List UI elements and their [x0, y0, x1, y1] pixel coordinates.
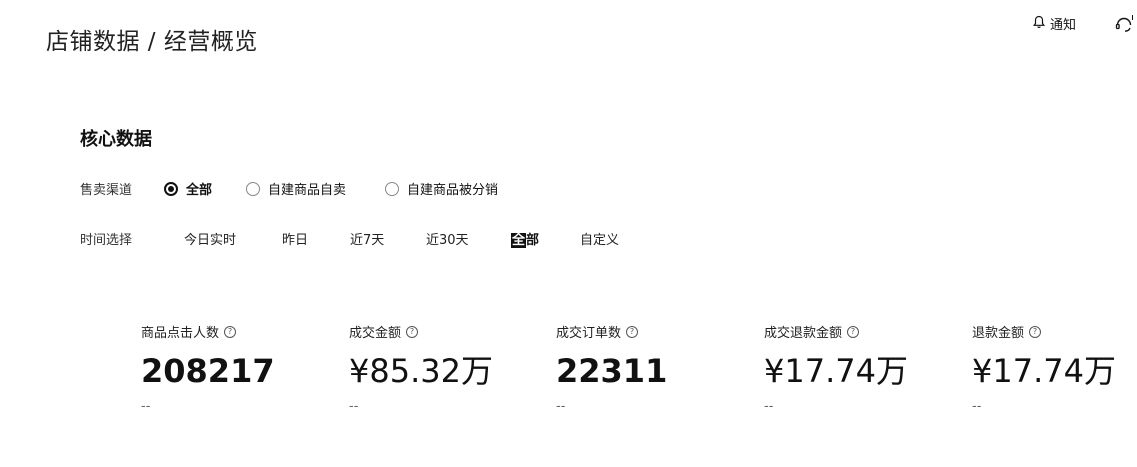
- metric-card-gmv: 成交金额? ¥85.32万 --: [349, 322, 493, 414]
- metric-value: 208217: [141, 352, 275, 390]
- metric-comparison: --: [556, 399, 566, 414]
- customer-service-button[interactable]: [1114, 14, 1134, 38]
- page-title: 店铺数据 / 经营概览: [46, 29, 258, 55]
- time-filter-label: 时间选择: [80, 233, 133, 248]
- time-option-all[interactable]: 全部: [511, 229, 539, 248]
- info-icon[interactable]: ?: [224, 325, 237, 338]
- metric-comparison: --: [764, 399, 774, 414]
- metric-label: 退款金额: [972, 326, 1025, 341]
- radio-unchecked-icon: [246, 181, 260, 196]
- active-marker: 全: [511, 233, 527, 248]
- metric-card-orders: 成交订单数? 22311 --: [556, 322, 667, 414]
- metric-card-product-clicks: 商品点击人数? 208217 --: [141, 322, 275, 414]
- metric-value: ¥17.74万: [972, 352, 1116, 390]
- metric-value: 22311: [556, 352, 668, 390]
- channel-radio-self-sell[interactable]: 自建商品自卖: [246, 179, 346, 198]
- metric-label: 成交金额: [349, 326, 402, 341]
- metric-label: 成交订单数: [556, 326, 622, 341]
- metric-comparison: --: [141, 399, 151, 414]
- time-option-30days[interactable]: 近30天: [426, 229, 469, 248]
- section-title: 核心数据: [80, 129, 152, 150]
- info-icon[interactable]: ?: [1029, 325, 1042, 338]
- metric-card-refund-amount: 退款金额? ¥17.74万 --: [972, 322, 1116, 414]
- info-icon[interactable]: ?: [406, 325, 419, 338]
- channel-filter-label: 售卖渠道: [80, 183, 133, 198]
- radio-checked-icon: [164, 181, 178, 196]
- time-option-7days[interactable]: 近7天: [350, 229, 384, 248]
- metric-label: 商品点击人数: [141, 326, 220, 341]
- radio-unchecked-icon: [385, 181, 399, 196]
- radio-label: 自建商品自卖: [268, 183, 347, 198]
- bell-icon: [1032, 15, 1046, 33]
- channel-radio-distribution[interactable]: 自建商品被分销: [385, 179, 498, 198]
- metric-value: ¥17.74万: [764, 352, 908, 390]
- info-icon[interactable]: ?: [626, 325, 639, 338]
- metric-comparison: --: [349, 399, 359, 414]
- headset-icon: [1114, 15, 1134, 38]
- metric-label: 成交退款金额: [764, 326, 843, 341]
- channel-radio-all[interactable]: 全部: [164, 179, 212, 198]
- time-option-custom[interactable]: 自定义: [580, 229, 619, 248]
- metric-comparison: --: [972, 399, 982, 414]
- metric-value: ¥85.32万: [349, 352, 493, 390]
- time-option-today[interactable]: 今日实时: [184, 229, 236, 248]
- notification-label: 通知: [1050, 18, 1077, 33]
- metric-card-refund-amount-deal: 成交退款金额? ¥17.74万 --: [764, 322, 908, 414]
- notification-button[interactable]: 通知: [1032, 14, 1076, 33]
- radio-label: 全部: [186, 183, 213, 198]
- info-icon[interactable]: ?: [847, 325, 860, 338]
- radio-label: 自建商品被分销: [407, 183, 499, 198]
- time-option-yesterday[interactable]: 昨日: [282, 229, 308, 248]
